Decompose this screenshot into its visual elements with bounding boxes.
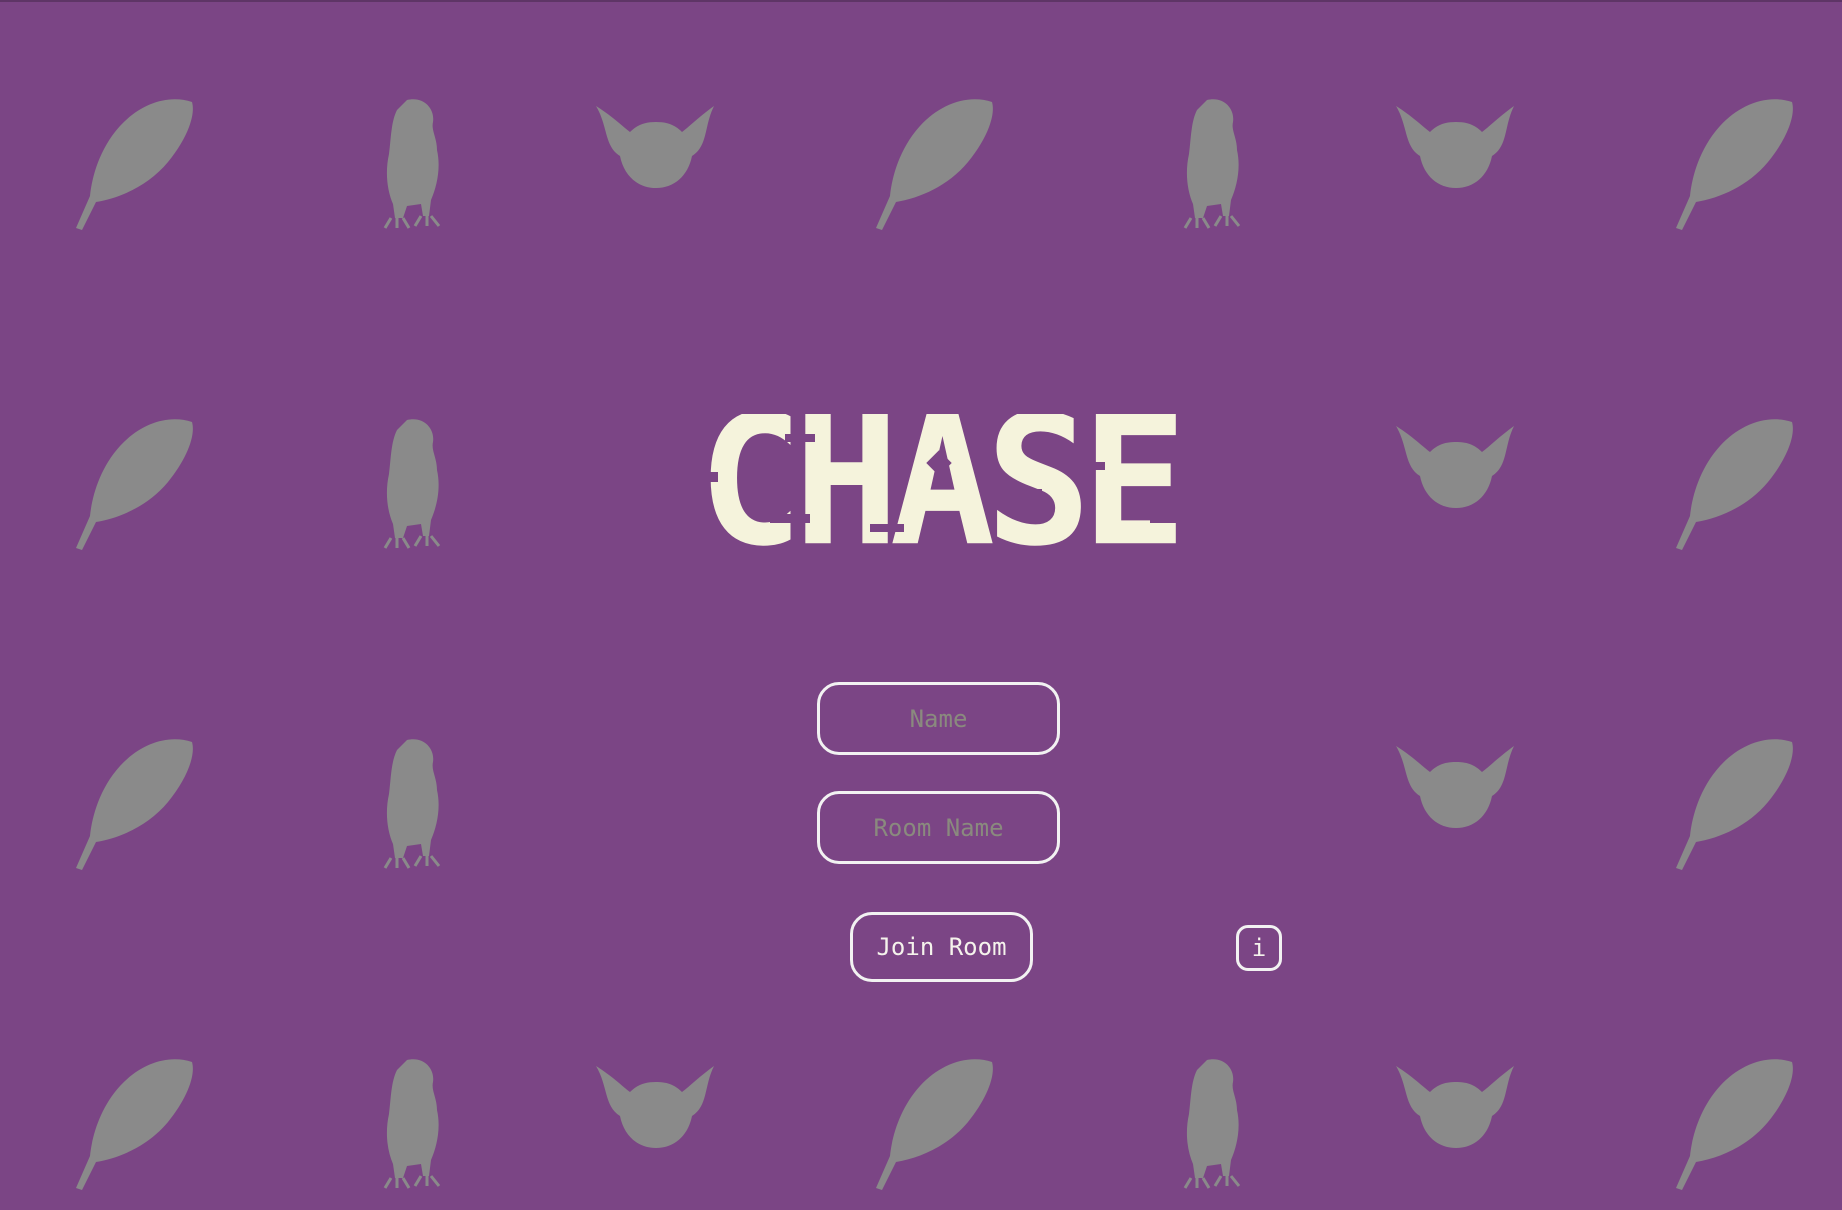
title-crack [770,514,810,523]
room-name-input[interactable] [817,791,1060,864]
feather-icon [70,412,200,552]
game-title: CHASE [650,414,1225,549]
feather-icon [1670,92,1800,232]
bat-icon [1390,92,1520,232]
feather-icon [70,732,200,872]
feather-icon [70,1052,200,1192]
feather-icon [870,1052,1000,1192]
title-crack [1150,514,1190,523]
title-crack [870,524,904,532]
bird-icon [345,92,475,232]
game-title-text: CHASE [697,414,1188,549]
feather-icon [1670,732,1800,872]
feather-icon [1670,412,1800,552]
name-input[interactable] [817,682,1060,755]
join-room-button[interactable]: Join Room [850,912,1033,982]
bird-icon [1145,1052,1275,1192]
info-button[interactable]: i [1236,925,1282,971]
bird-icon [345,732,475,872]
bat-icon [1390,732,1520,872]
bat-icon [590,1052,720,1192]
feather-icon [870,92,1000,232]
feather-icon [70,92,200,232]
bat-icon [1390,412,1520,552]
game-lobby-screen: CHASE Join Room i [0,0,1842,1210]
title-crack [785,434,815,442]
title-crack [1000,489,1042,498]
title-crack [1070,462,1105,470]
bird-icon [1145,92,1275,232]
title-crack [670,472,718,482]
bird-icon [345,412,475,552]
bird-icon [345,1052,475,1192]
feather-icon [1670,1052,1800,1192]
bat-icon [590,92,720,232]
bat-icon [1390,1052,1520,1192]
